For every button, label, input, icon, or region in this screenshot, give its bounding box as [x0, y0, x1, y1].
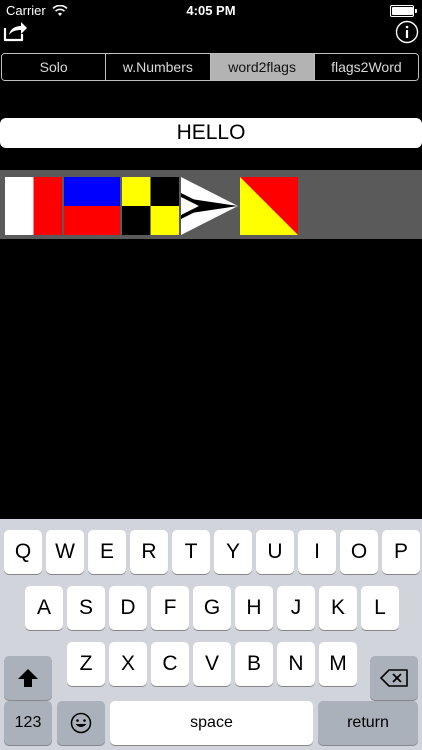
key-b[interactable]: B	[235, 642, 273, 686]
flag-h	[5, 177, 62, 235]
numbers-key[interactable]: 123	[4, 701, 52, 745]
key-l[interactable]: L	[361, 586, 399, 630]
key-x[interactable]: X	[109, 642, 147, 686]
key-r[interactable]: R	[130, 530, 168, 574]
mode-segmented-control: Solo w.Numbers word2flags flags2Word	[1, 53, 419, 81]
key-w[interactable]: W	[46, 530, 84, 574]
key-v[interactable]: V	[193, 642, 231, 686]
key-t[interactable]: T	[172, 530, 210, 574]
key-i[interactable]: I	[298, 530, 336, 574]
key-f[interactable]: F	[151, 586, 189, 630]
backspace-icon	[380, 669, 408, 687]
segment-solo[interactable]: Solo	[2, 54, 107, 80]
share-icon[interactable]	[2, 20, 28, 42]
key-g[interactable]: G	[193, 586, 231, 630]
key-n[interactable]: N	[277, 642, 315, 686]
key-u[interactable]: U	[256, 530, 294, 574]
emoji-key[interactable]	[57, 701, 105, 745]
flag-repeat-pennant	[181, 177, 238, 235]
info-icon[interactable]	[395, 20, 419, 44]
shift-key[interactable]	[4, 656, 52, 700]
key-h[interactable]: H	[235, 586, 273, 630]
key-q[interactable]: Q	[4, 530, 42, 574]
return-key[interactable]: return	[318, 701, 418, 745]
key-s[interactable]: S	[67, 586, 105, 630]
word-input[interactable]: HELLO	[0, 118, 422, 148]
status-bar: Carrier 4:05 PM	[0, 0, 422, 22]
key-o[interactable]: O	[340, 530, 378, 574]
battery-level	[392, 7, 413, 15]
flag-l	[122, 177, 179, 235]
key-m[interactable]: M	[319, 642, 357, 686]
segment-w-numbers[interactable]: w.Numbers	[106, 54, 211, 80]
key-z[interactable]: Z	[67, 642, 105, 686]
key-c[interactable]: C	[151, 642, 189, 686]
segment-flags2word[interactable]: flags2Word	[314, 54, 418, 80]
keyboard: 123 space return QWERTYUIOP ASDFGHJKL ZXCV…	[0, 519, 422, 750]
space-key[interactable]: space	[110, 701, 313, 745]
flag-o	[240, 177, 298, 235]
battery-icon	[390, 5, 417, 17]
flag-strip	[0, 170, 422, 239]
key-k[interactable]: K	[319, 586, 357, 630]
delete-key[interactable]	[370, 656, 418, 700]
flag-e	[64, 177, 120, 235]
key-j[interactable]: J	[277, 586, 315, 630]
key-p[interactable]: P	[382, 530, 420, 574]
segment-word2flags[interactable]: word2flags	[210, 54, 315, 80]
key-y[interactable]: Y	[214, 530, 252, 574]
emoji-face-icon	[70, 712, 92, 734]
key-a[interactable]: A	[25, 586, 63, 630]
shift-arrow-icon	[18, 669, 38, 687]
key-d[interactable]: D	[109, 586, 147, 630]
status-time: 4:05 PM	[186, 3, 236, 18]
key-e[interactable]: E	[88, 530, 126, 574]
